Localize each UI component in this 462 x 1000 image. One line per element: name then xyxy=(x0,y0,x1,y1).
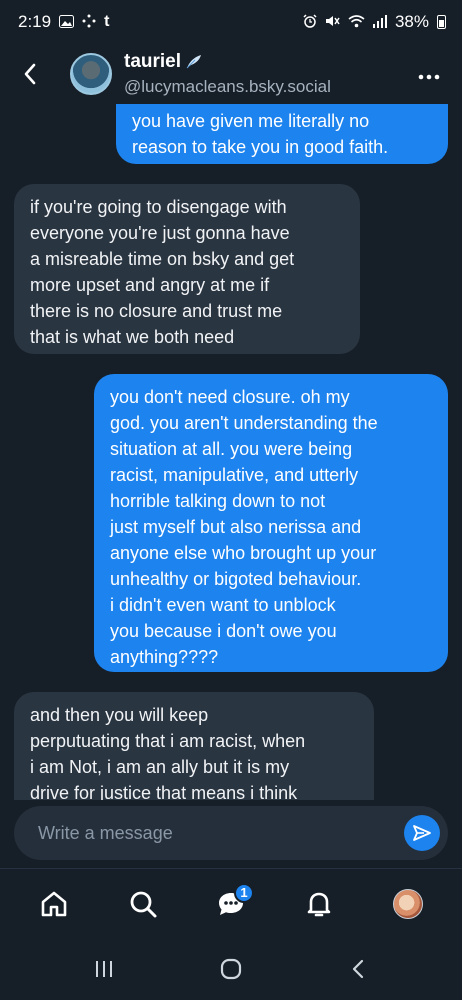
recents-button[interactable] xyxy=(74,944,134,994)
unread-badge: 1 xyxy=(233,882,254,903)
message-line: more upset and angry at me if xyxy=(30,275,270,295)
message-bubble-sent[interactable]: you have given me literally no reason to… xyxy=(116,104,448,164)
message-line: racist, manipulative, and utterly xyxy=(110,465,359,485)
system-navigation xyxy=(0,938,462,1000)
message-line: a misreable time on bsky and get xyxy=(30,249,295,269)
bottom-nav: 1 xyxy=(0,868,462,938)
profile-avatar xyxy=(392,888,423,919)
contact-name-row: tauriel xyxy=(124,51,331,73)
message-line: horrible talking down to not xyxy=(110,491,326,511)
home-icon xyxy=(41,891,67,916)
status-time: 2:19 xyxy=(18,12,52,31)
nav-profile[interactable] xyxy=(378,874,438,934)
feather-icon xyxy=(186,55,202,69)
nav-chat[interactable]: 1 xyxy=(201,874,261,934)
message-line: anything???? xyxy=(110,647,219,667)
tumblr-icon: t xyxy=(104,13,110,30)
wifi-icon xyxy=(348,14,365,30)
message-list[interactable]: you have given me literally no reason to… xyxy=(0,104,462,800)
message-line: there is no closure and trust me xyxy=(30,301,283,321)
message-line: if you're going to disengage with xyxy=(30,197,287,217)
message-line: everyone you're just gonna have xyxy=(30,223,290,243)
status-right: 38% xyxy=(303,12,446,32)
message-bubble-received[interactable]: and then you will keep perputuating that… xyxy=(14,692,374,800)
message-line: god. you aren't understanding the xyxy=(110,413,378,433)
message-line: you don't need closure. oh my xyxy=(110,387,350,407)
message-line: reason to take you in good faith. xyxy=(132,137,389,157)
message-bubble-received[interactable]: if you're going to disengage with everyo… xyxy=(14,184,360,354)
search-icon xyxy=(130,891,157,917)
home-circle-icon xyxy=(220,958,242,980)
back-icon xyxy=(353,959,364,979)
signal-icon xyxy=(372,14,387,30)
battery-icon xyxy=(437,15,446,29)
alarm-icon xyxy=(303,14,317,30)
contact-name: tauriel xyxy=(124,51,182,72)
conversation-header: tauriel @lucymacleans.bsky.social xyxy=(0,44,462,104)
send-icon xyxy=(413,825,431,841)
mute-icon xyxy=(325,14,340,30)
message-line: drive for justice that means i think xyxy=(30,783,298,800)
gallery-icon xyxy=(59,14,75,30)
avatar[interactable] xyxy=(70,53,112,95)
contact-handle: @lucymacleans.bsky.social xyxy=(124,77,331,96)
nav-search[interactable] xyxy=(113,874,173,934)
message-line: you because i don't owe you xyxy=(110,621,337,641)
message-line: unhealthy or bigoted behaviour. xyxy=(110,569,362,589)
message-line: that is what we both need xyxy=(30,327,235,347)
nav-notifications[interactable] xyxy=(289,874,349,934)
contact-info[interactable]: tauriel @lucymacleans.bsky.social xyxy=(124,51,331,97)
status-left: 2:19 t xyxy=(18,12,109,32)
message-bubble-sent[interactable]: you don't need closure. oh my god. you a… xyxy=(94,374,448,672)
chevron-left-icon xyxy=(24,63,36,85)
dots-icon xyxy=(82,14,96,30)
bell-icon xyxy=(308,892,331,916)
message-line: you have given me literally no xyxy=(132,111,370,131)
send-button[interactable] xyxy=(404,815,440,851)
back-system-button[interactable] xyxy=(328,944,388,994)
battery-percent: 38% xyxy=(394,12,429,31)
message-line: situation at all. you were being xyxy=(110,439,353,459)
message-line: i am Not, i am an ally but it is my xyxy=(30,757,290,777)
message-composer xyxy=(14,806,448,860)
message-line: anyone else who brought up your xyxy=(110,543,377,563)
recents-icon xyxy=(95,961,112,977)
message-line: just myself but also nerissa and xyxy=(110,517,362,537)
message-line: and then you will keep xyxy=(30,705,209,725)
message-line: perputuating that i am racist, when xyxy=(30,731,306,751)
status-bar: 2:19 t 38% xyxy=(0,0,462,44)
nav-home[interactable] xyxy=(24,874,84,934)
home-system-button[interactable] xyxy=(201,944,261,994)
more-options-button[interactable] xyxy=(418,60,440,86)
back-button[interactable] xyxy=(0,49,60,99)
message-line: i didn't even want to unblock xyxy=(110,595,336,615)
more-icon xyxy=(418,74,440,80)
message-input[interactable] xyxy=(38,822,378,844)
